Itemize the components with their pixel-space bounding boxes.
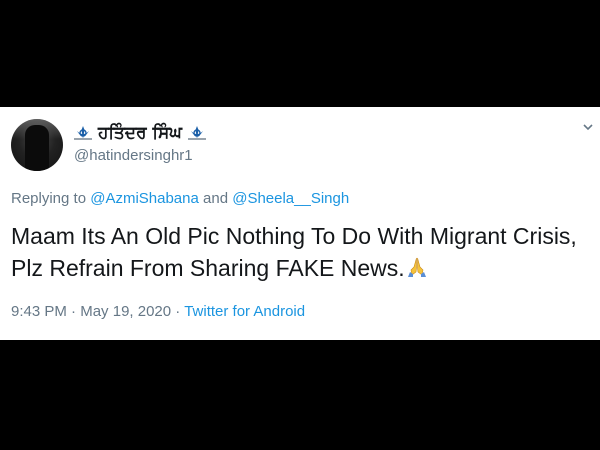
replying-to-line: Replying to @AzmiShabana and @Sheela__Si… xyxy=(11,190,349,207)
tweet-text-line: Plz Refrain From Sharing FAKE News. xyxy=(11,252,596,284)
chevron-down-icon[interactable] xyxy=(582,121,594,133)
tweet-card: ਹਤਿੰਦਰ ਸਿੰਘ @hatindersinghr1 Replying to… xyxy=(0,107,600,340)
avatar[interactable] xyxy=(11,119,63,171)
display-name-row[interactable]: ਹਤਿੰਦਰ ਸਿੰਘ xyxy=(74,122,206,144)
meta-separator: · xyxy=(71,303,77,320)
tweet-time[interactable]: 9:43 PM xyxy=(11,303,67,320)
reply-prefix: Replying to xyxy=(11,190,87,207)
display-name[interactable]: ਹਤਿੰਦਰ ਸਿੰਘ xyxy=(98,123,182,143)
khanda-icon xyxy=(187,126,206,140)
khanda-icon xyxy=(74,126,92,140)
mention-link[interactable]: @Sheela__Singh xyxy=(232,190,349,207)
meta-separator: · xyxy=(175,303,181,320)
tweet-text: Maam Its An Old Pic Nothing To Do With M… xyxy=(11,220,596,284)
tweet-meta: 9:43 PM · May 19, 2020 · Twitter for And… xyxy=(11,303,305,320)
folded-hands-icon xyxy=(407,257,426,277)
avatar-figure xyxy=(25,125,49,171)
tweet-text-line: Maam Its An Old Pic Nothing To Do With M… xyxy=(11,223,577,249)
user-handle[interactable]: @hatindersinghr1 xyxy=(74,147,193,164)
tweet-date[interactable]: May 19, 2020 xyxy=(80,303,171,320)
reply-joiner: and xyxy=(203,190,229,207)
tweet-source-link[interactable]: Twitter for Android xyxy=(184,303,305,320)
mention-link[interactable]: @AzmiShabana xyxy=(90,190,199,207)
tweet-text-line-content: Plz Refrain From Sharing FAKE News. xyxy=(11,255,405,281)
